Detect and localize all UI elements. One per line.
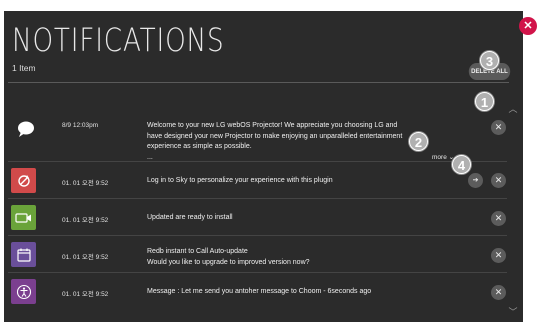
open-link-button[interactable]: ➔ [468, 173, 483, 188]
dismiss-button[interactable]: ✕ [491, 173, 506, 188]
dismiss-button[interactable]: ✕ [491, 285, 506, 300]
notification-timestamp: 01. 01 오전 9:52 [62, 291, 109, 298]
calendar-icon [11, 242, 36, 267]
notification-row[interactable]: 01. 01 오전 9:52 Updated are ready to inst… [4, 199, 507, 236]
notification-timestamp: 01. 01 오전 9:52 [62, 254, 109, 261]
dismiss-button[interactable]: ✕ [491, 248, 506, 263]
notification-message: Updated are ready to install [147, 214, 233, 221]
scroll-down-icon[interactable]: ﹀ [507, 306, 519, 318]
speech-bubble-icon [13, 116, 38, 141]
page-title: NOTIFICATIONS [12, 21, 225, 59]
notification-row[interactable]: 01. 01 오전 9:52 Message : Let me send you… [4, 273, 507, 310]
notifications-panel: NOTIFICATIONS 1 Item DELETE ALL 8/9 12:0… [4, 11, 523, 322]
dismiss-button[interactable]: ✕ [491, 120, 506, 135]
notification-timestamp: 8/9 12:03pm [62, 122, 99, 129]
callout-badge-1: 1 [475, 92, 494, 111]
scroll-up-icon[interactable]: ︿ [507, 103, 519, 115]
notification-message: Log in to Sky to personalize your experi… [147, 177, 333, 184]
notification-message: Message : Let me send you antoher messag… [147, 288, 372, 295]
notification-row-welcome[interactable]: 8/9 12:03pm Welcome to your new LG webOS… [4, 94, 507, 162]
notification-row[interactable]: 01. 01 오전 9:52 Redb instant to Call Auto… [4, 236, 507, 273]
camera-icon [11, 205, 36, 230]
header-divider [8, 82, 509, 83]
notification-message: Welcome to your new LG webOS Projector! … [147, 122, 403, 161]
sync-icon [11, 168, 36, 193]
callout-badge-3: 3 [480, 51, 499, 70]
more-link[interactable]: more ⌄ [432, 153, 454, 161]
accessibility-icon [11, 279, 36, 304]
callout-badge-2: 2 [409, 132, 428, 151]
dismiss-button[interactable]: ✕ [491, 211, 506, 226]
callout-badge-4: 4 [452, 155, 471, 174]
close-icon[interactable]: ✕ [519, 17, 537, 35]
item-count: 1 Item [12, 63, 36, 73]
notification-timestamp: 01. 01 오전 9:52 [62, 180, 109, 187]
notification-row[interactable]: 01. 01 오전 9:52 Log in to Sky to personal… [4, 162, 507, 199]
notification-timestamp: 01. 01 오전 9:52 [62, 217, 109, 224]
notification-message: Redb instant to Call Auto-update Would y… [147, 248, 310, 266]
